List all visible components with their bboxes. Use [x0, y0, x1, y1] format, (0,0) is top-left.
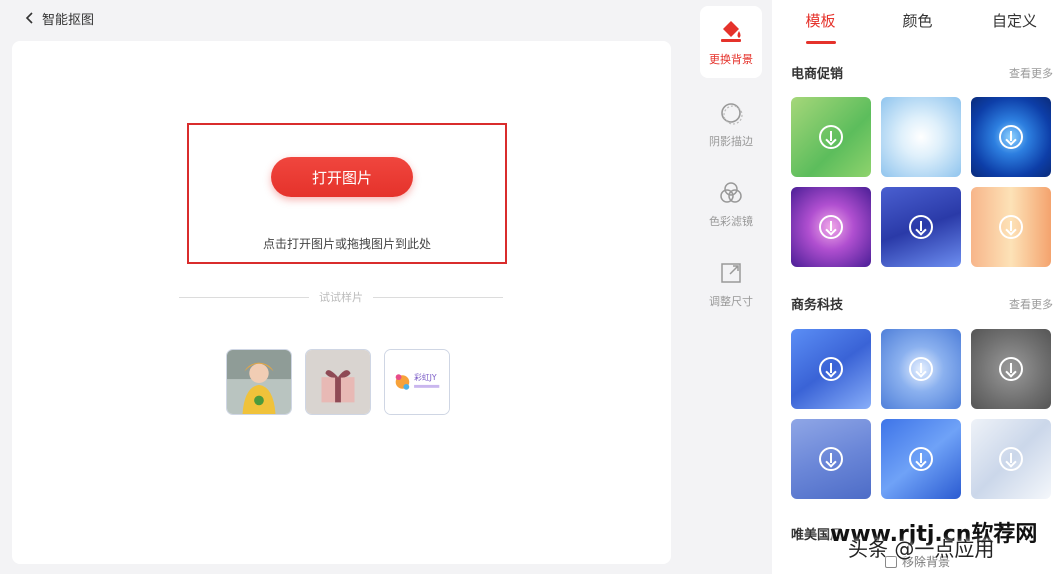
top-bar: 智能抠图	[0, 0, 690, 36]
download-icon	[909, 447, 933, 471]
background-panel: 模板 颜色 自定义 电商促销 查看更多 商务科技 查看更多 唯美国风	[772, 0, 1063, 574]
section-ecommerce-header: 电商促销 查看更多	[791, 63, 1053, 83]
logo-text: 彩虹JY	[414, 372, 437, 382]
download-icon	[909, 215, 933, 239]
tool-color-filter[interactable]: 色彩滤镜	[700, 168, 762, 240]
download-icon	[819, 215, 843, 239]
tool-sidebar: 更换背景 阴影描边 色彩滤镜 调整尺寸	[694, 0, 768, 574]
download-icon	[999, 125, 1023, 149]
tool-label: 更换背景	[709, 53, 753, 66]
download-icon	[999, 215, 1023, 239]
back-label: 智能抠图	[42, 12, 95, 28]
divider-line	[373, 296, 503, 298]
section-business-header: 商务科技 查看更多	[791, 294, 1053, 314]
download-icon	[909, 357, 933, 381]
template-thumb[interactable]	[791, 419, 871, 499]
watermark-author: 头条 @一点应用	[848, 537, 995, 561]
download-icon	[999, 357, 1023, 381]
tool-resize[interactable]: 调整尺寸	[700, 248, 762, 320]
chevron-left-icon	[25, 12, 33, 24]
resize-icon	[721, 263, 741, 283]
see-more-link[interactable]: 查看更多	[1009, 65, 1053, 81]
upload-canvas[interactable]: 打开图片 点击打开图片或拖拽图片到此处 试试样片 彩虹JY	[12, 41, 671, 564]
tool-label: 色彩滤镜	[709, 215, 753, 228]
tool-change-background[interactable]: 更换背景	[700, 6, 762, 78]
back-button[interactable]: 智能抠图	[24, 9, 94, 28]
template-thumb[interactable]	[971, 97, 1051, 177]
tab-template[interactable]: 模板	[772, 10, 869, 44]
download-icon	[999, 447, 1023, 471]
download-icon	[819, 357, 843, 381]
samples-label: 试试样片	[319, 291, 363, 304]
sample-portrait[interactable]	[226, 349, 292, 415]
download-icon	[819, 447, 843, 471]
template-thumb[interactable]	[791, 329, 871, 409]
panel-tabs: 模板 颜色 自定义	[772, 10, 1063, 44]
tool-label: 调整尺寸	[709, 295, 753, 308]
tab-custom[interactable]: 自定义	[966, 10, 1063, 44]
template-thumb[interactable]	[881, 97, 961, 177]
divider-line	[179, 296, 309, 298]
shadow-circle-icon	[721, 103, 743, 125]
template-thumb[interactable]	[971, 329, 1051, 409]
business-template-grid	[791, 329, 1051, 499]
see-more-link[interactable]: 查看更多	[1009, 296, 1053, 312]
sample-gift-box[interactable]	[305, 349, 371, 415]
color-circles-icon	[720, 182, 742, 203]
samples-divider: 试试样片	[179, 289, 503, 305]
sample-logo[interactable]: 彩虹JY	[384, 349, 450, 415]
tool-shadow-outline[interactable]: 阴影描边	[700, 88, 762, 160]
paint-bucket-icon	[721, 21, 741, 42]
open-image-button[interactable]: 打开图片	[271, 157, 413, 197]
download-icon	[819, 125, 843, 149]
section-title: 商务科技	[791, 298, 844, 313]
template-thumb[interactable]	[791, 97, 871, 177]
section-title: 电商促销	[791, 67, 844, 82]
drop-hint: 点击打开图片或拖拽图片到此处	[262, 237, 431, 251]
template-thumb[interactable]	[881, 187, 961, 267]
template-thumb[interactable]	[791, 187, 871, 267]
tool-label: 阴影描边	[709, 135, 753, 148]
template-thumb[interactable]	[881, 329, 961, 409]
template-thumb[interactable]	[881, 419, 961, 499]
ecommerce-template-grid	[791, 97, 1051, 267]
template-thumb[interactable]	[971, 419, 1051, 499]
sample-images: 彩虹JY	[226, 349, 450, 415]
tab-color[interactable]: 颜色	[869, 10, 966, 44]
drop-zone[interactable]: 打开图片 点击打开图片或拖拽图片到此处	[187, 123, 507, 264]
template-thumb[interactable]	[971, 187, 1051, 267]
